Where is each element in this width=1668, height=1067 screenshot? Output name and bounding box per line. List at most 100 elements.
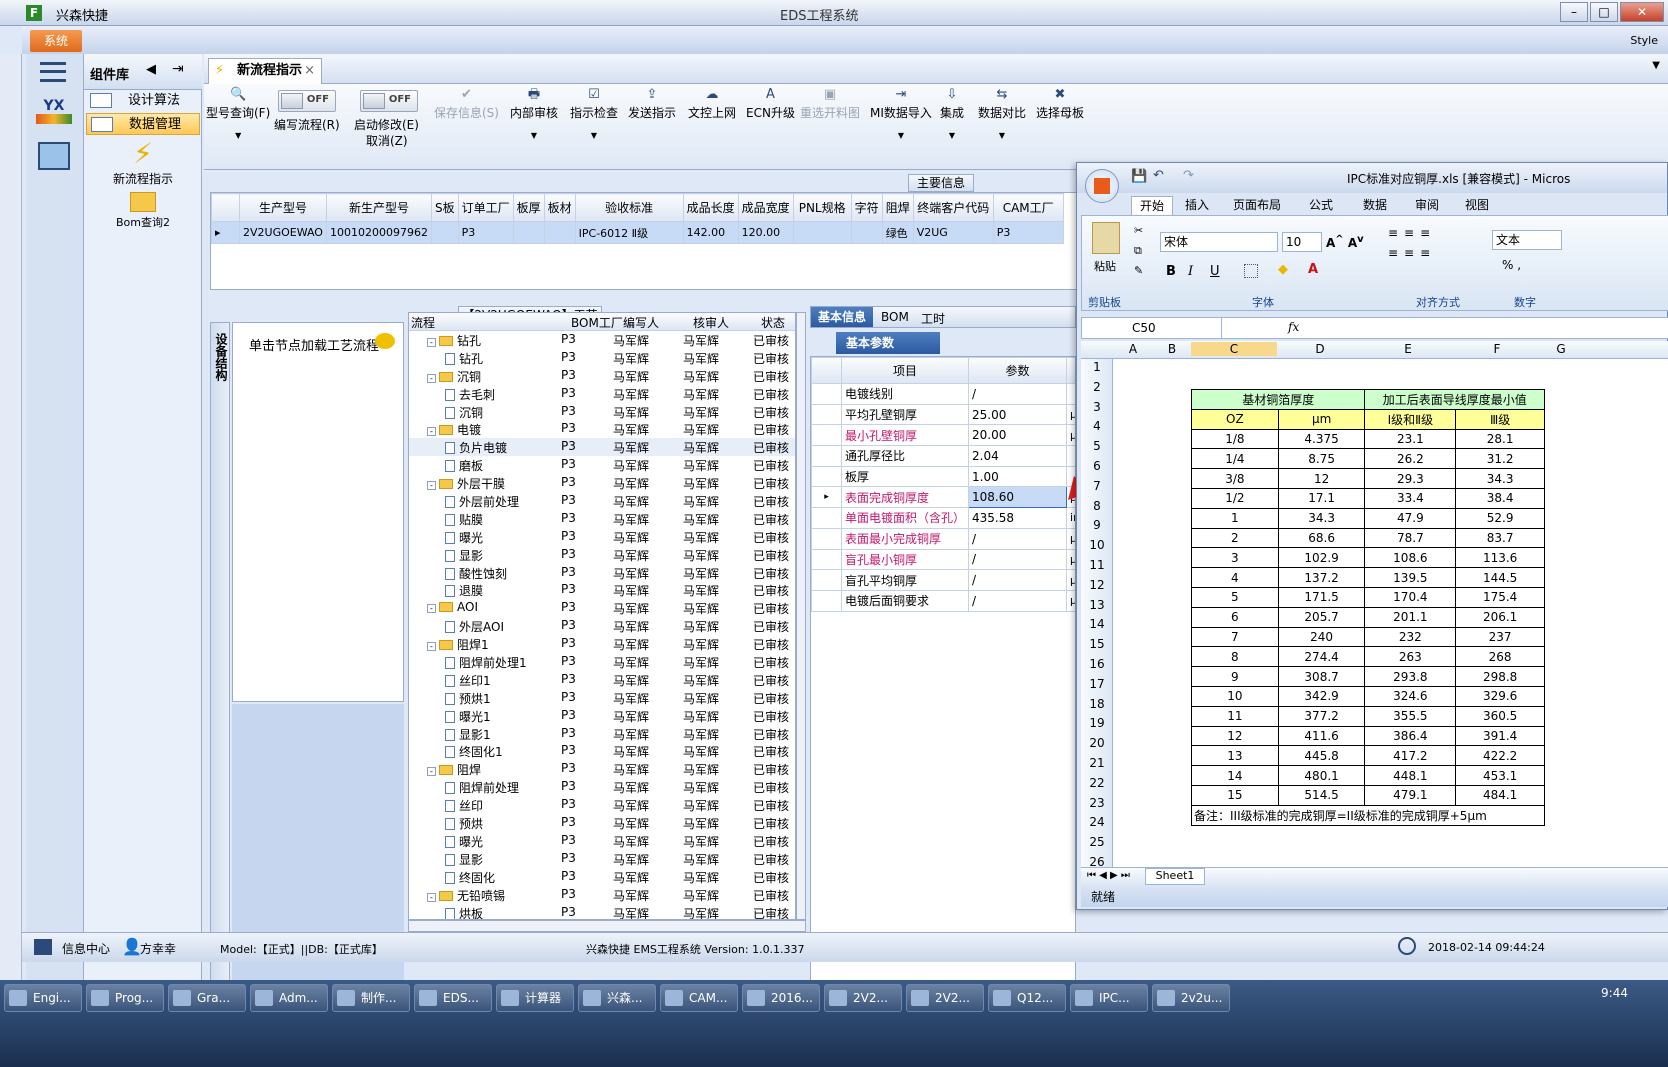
tree-leaf-node[interactable]: 烘板 P3 马军辉 马军辉 已审核 xyxy=(409,904,795,919)
style-label[interactable]: Style xyxy=(1630,34,1658,47)
main-info-header[interactable]: 板材 xyxy=(543,193,576,222)
font-color-icon[interactable]: A xyxy=(1308,262,1318,277)
row-header[interactable]: 16 xyxy=(1081,657,1113,671)
tab-hours[interactable]: 工时 xyxy=(921,310,945,327)
close-button[interactable]: ✕ xyxy=(1620,2,1664,22)
taskbar-item[interactable]: EDS... xyxy=(414,984,492,1012)
write-process-toggle[interactable]: OFF xyxy=(278,90,336,112)
main-info-cell[interactable] xyxy=(430,221,459,244)
taskbar-item[interactable]: Gra... xyxy=(168,984,246,1012)
main-info-cell[interactable]: P3 xyxy=(992,221,1064,244)
row-header[interactable]: 9 xyxy=(1081,518,1113,532)
tree-leaf-node[interactable]: 曝光 P3 马军辉 马军辉 已审核 xyxy=(409,832,795,850)
main-info-header[interactable]: PNL规格 xyxy=(792,193,852,222)
main-info-header[interactable]: CAM工厂 xyxy=(992,193,1064,222)
main-info-header[interactable]: 验收标准 xyxy=(574,193,684,222)
param-row[interactable]: 平均孔壁铜厚25.00μm xyxy=(811,403,1075,426)
close-tab-icon[interactable]: × xyxy=(304,59,315,83)
tree-leaf-node[interactable]: 负片电镀 P3 马军辉 马军辉 已审核 xyxy=(409,438,795,457)
system-menu-button[interactable]: 系统 xyxy=(30,30,82,52)
expand-icon[interactable]: - xyxy=(427,427,436,437)
tree-folder-node[interactable]: - AOI P3 马军辉 马军辉 已审核 xyxy=(409,599,795,617)
taskbar-item[interactable]: 制作... xyxy=(332,984,410,1012)
column-header[interactable]: C xyxy=(1191,342,1277,356)
main-info-cell[interactable]: 142.00 xyxy=(682,221,739,244)
paste-icon[interactable] xyxy=(1092,222,1120,254)
param-row[interactable]: 通孔厚径比 2.04 xyxy=(811,445,1075,467)
device-icon[interactable] xyxy=(38,142,70,170)
param-row[interactable]: 表面最小完成铜厚/μm xyxy=(811,527,1075,550)
row-header[interactable]: 1 xyxy=(1081,360,1113,374)
row-header[interactable]: 20 xyxy=(1081,736,1113,750)
main-info-cell[interactable]: P3 xyxy=(457,221,514,244)
main-info-header[interactable]: 字符 xyxy=(850,193,883,222)
tree-folder-node[interactable]: - 钻孔 P3 马军辉 马军辉 已审核 xyxy=(409,331,795,349)
row-header[interactable]: 14 xyxy=(1081,617,1113,631)
expand-icon[interactable]: - xyxy=(427,642,436,652)
tab-new-process[interactable]: ⚡ 新流程指示 × xyxy=(208,58,322,84)
reselect-cut-button[interactable]: ▣ 重选开料图 xyxy=(800,88,860,121)
param-row[interactable]: 盲孔最小铜厚/μm xyxy=(811,548,1075,571)
maximize-button[interactable]: □ xyxy=(1590,2,1618,22)
main-info-header[interactable]: 生产型号 xyxy=(239,193,327,222)
italic-button[interactable]: I xyxy=(1188,264,1193,279)
param-row[interactable]: 盲孔平均铜厚/μm xyxy=(811,569,1075,591)
taskbar-item[interactable]: IPC... xyxy=(1070,984,1148,1012)
percent-icon[interactable]: % , xyxy=(1502,258,1521,272)
tree-leaf-node[interactable]: 曝光1 P3 马军辉 马军辉 已审核 xyxy=(409,707,795,725)
taskbar-item[interactable]: Prog... xyxy=(86,984,164,1012)
param-row[interactable]: 最小孔壁铜厚20.00μm xyxy=(811,424,1075,447)
param-row[interactable]: 单面电镀面积（含孔）435.58inc xyxy=(811,507,1075,529)
row-header[interactable]: 8 xyxy=(1081,499,1113,513)
main-info-header[interactable]: 终端客户代码 xyxy=(912,193,994,222)
tree-folder-node[interactable]: - 外层干膜 P3 马军辉 马军辉 已审核 xyxy=(409,474,795,492)
undo-icon[interactable]: ↶ xyxy=(1153,168,1164,183)
column-header[interactable]: E xyxy=(1363,342,1453,356)
tree-leaf-node[interactable]: 预烘1 P3 马军辉 马军辉 已审核 xyxy=(409,689,795,707)
row-header[interactable]: 15 xyxy=(1081,637,1113,651)
model-query-button[interactable]: 🔍 型号查询(F) ▼ xyxy=(206,88,270,141)
logo-icon[interactable]: YX xyxy=(36,98,72,130)
row-header[interactable]: 13 xyxy=(1081,598,1113,612)
tree-leaf-node[interactable]: 退膜 P3 马军辉 马军辉 已审核 xyxy=(409,581,795,599)
taskbar-item[interactable]: Engi... xyxy=(4,984,82,1012)
taskbar-item[interactable]: 2v2u... xyxy=(1152,984,1230,1012)
side-tab-device-structure[interactable]: 设备结构 xyxy=(210,322,230,986)
expand-icon[interactable]: - xyxy=(427,338,436,347)
main-info-cell[interactable] xyxy=(850,221,883,244)
main-info-header[interactable]: 成品长度 xyxy=(682,193,739,222)
cut-icon[interactable]: ✂ xyxy=(1134,224,1143,237)
minimize-button[interactable]: – xyxy=(1560,2,1588,22)
main-info-cell[interactable]: V2UG xyxy=(912,221,994,244)
chevron-left-icon[interactable]: ◀ xyxy=(146,62,156,77)
paste-label[interactable]: 粘贴 xyxy=(1094,258,1116,274)
column-header[interactable]: D xyxy=(1277,342,1363,356)
expand-icon[interactable]: - xyxy=(427,481,436,491)
font-select[interactable]: 宋体 xyxy=(1160,232,1278,252)
cancel-label[interactable]: 取消(Z) xyxy=(366,132,408,149)
tree-leaf-node[interactable]: 显影 P3 马军辉 马军辉 已审核 xyxy=(409,546,795,564)
row-header[interactable]: 2 xyxy=(1081,380,1113,394)
tool-bom-query[interactable]: Bom查询2 xyxy=(84,192,202,230)
underline-button[interactable]: U xyxy=(1210,264,1220,279)
doc-online-button[interactable]: ☁ 文控上网 xyxy=(688,88,736,121)
taskbar-item[interactable]: 2V2... xyxy=(906,984,984,1012)
tree-scrollbar[interactable] xyxy=(796,312,806,920)
taskbar-item[interactable]: Q12... xyxy=(988,984,1066,1012)
tree-leaf-node[interactable]: 显影 P3 马军辉 马军辉 已审核 xyxy=(409,850,795,868)
ribbon-tab[interactable]: 数据 xyxy=(1363,196,1387,213)
column-header[interactable]: F xyxy=(1453,342,1541,356)
row-header[interactable]: 18 xyxy=(1081,697,1113,711)
font-size-select[interactable]: 10 xyxy=(1282,232,1322,252)
param-row[interactable]: 电镀线别 / xyxy=(811,383,1075,405)
taskbar-item[interactable]: 2V2... xyxy=(824,984,902,1012)
taskbar-item[interactable]: 计算器 xyxy=(496,984,574,1012)
name-box[interactable]: C50 xyxy=(1082,318,1222,338)
main-info-cell[interactable]: 绿色 xyxy=(881,221,914,244)
ribbon-tab[interactable]: 审阅 xyxy=(1415,196,1439,213)
internal-review-button[interactable]: 🖶 内部审核 ▼ xyxy=(510,88,558,141)
tree-folder-node[interactable]: - 阻焊1 P3 马军辉 马军辉 已审核 xyxy=(409,635,795,653)
tree-leaf-node[interactable]: 丝印1 P3 马军辉 马军辉 已审核 xyxy=(409,671,795,689)
tree-leaf-node[interactable]: 阻焊前处理1 P3 马军辉 马军辉 已审核 xyxy=(409,653,795,671)
tree-leaf-node[interactable]: 去毛刺 P3 马军辉 马军辉 已审核 xyxy=(409,385,795,403)
